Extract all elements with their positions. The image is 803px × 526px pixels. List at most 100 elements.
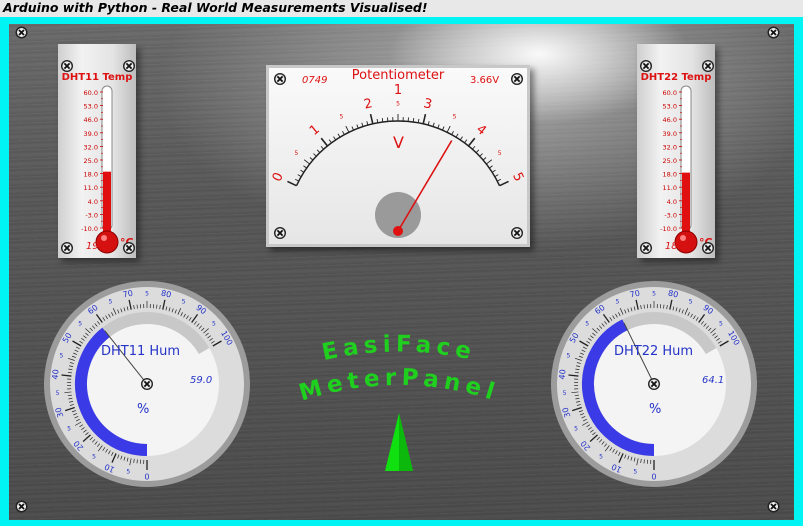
voltmeter-tick	[472, 145, 476, 150]
gauge-label: 0	[144, 472, 149, 481]
thermometer-tick-label: 11.0	[84, 184, 98, 192]
voltmeter-minor-label: 5	[396, 101, 400, 108]
thermometer-value: 18.5	[664, 241, 688, 252]
thermometer-tick-label: 39.0	[663, 130, 677, 138]
thermometer-tick-label: -10.0	[660, 225, 677, 233]
voltmeter-raw-reading: 0749	[302, 75, 328, 86]
voltmeter-tick	[475, 149, 480, 154]
thermometer-tick-label: 46.0	[84, 116, 98, 124]
voltmeter-label: 3	[422, 96, 433, 112]
screw-icon	[702, 60, 714, 72]
brand-text: MeterPanel	[296, 365, 502, 404]
hygrometer-unit: %	[649, 402, 662, 417]
thermometer-scale: 60.0 53.0 46.0 39.0 32.0 25.0 18.0 11.0 4.0 -3.0 -…	[640, 60, 714, 254]
gauge-label: 0	[651, 472, 656, 481]
voltmeter-tick	[489, 165, 493, 169]
voltmeter-tick	[479, 153, 483, 157]
meter-panel: DHT11 Temp 60.0 53.0 46.0 39.0 32.0 25.0 18.0 1…	[9, 24, 794, 520]
gauge-minor-label: 5	[182, 298, 186, 305]
voltmeter-tick	[494, 174, 499, 178]
voltmeter-unit: V	[393, 133, 404, 152]
voltmeter-tick	[303, 165, 307, 169]
mercury-column	[682, 172, 690, 234]
voltmeter-tick	[316, 149, 321, 154]
gauge-tick	[663, 304, 665, 309]
gauge-minor-label: 5	[566, 353, 570, 360]
voltmeter-tick	[294, 178, 299, 182]
voltmeter-tick	[320, 145, 324, 150]
hygrometer-dht22: 010203040506070 80901005555555555	[551, 281, 757, 487]
screw-icon	[648, 378, 660, 390]
gauge-tick	[643, 304, 645, 309]
gauge-minor-label: 5	[689, 298, 693, 305]
thermometer-tick-label: -3.0	[85, 211, 98, 219]
title-bar: Arduino with Python - Real World Measure…	[0, 0, 803, 17]
hygrometer-value: 64.1	[702, 375, 725, 386]
voltmeter-tick	[422, 113, 427, 125]
needle-pivot	[393, 226, 403, 236]
gauge-tick	[136, 459, 138, 464]
voltmeter: 0 1 2 3 4 5 5 5 5 5 5 0749 Potentiometer 1 3.66V V	[266, 65, 530, 247]
thermometer-tick-label: 32.0	[663, 143, 677, 151]
voltmeter-tick	[432, 122, 435, 127]
screw-icon	[511, 73, 523, 85]
voltmeter-tick	[446, 125, 451, 133]
voltmeter-tick	[320, 137, 329, 147]
screw-icon	[141, 378, 153, 390]
brand-text-path: EasiFace	[320, 331, 474, 366]
voltmeter-title: Potentiometer 1	[351, 68, 445, 98]
screw-icon	[640, 60, 652, 72]
gauge-minor-label: 5	[585, 320, 589, 327]
mercury-column	[103, 171, 111, 234]
gauge-minor-label: 5	[59, 353, 63, 360]
gauge-minor-label: 5	[212, 320, 216, 327]
thermometer-tick-label: 46.0	[663, 116, 677, 124]
screw-icon	[123, 60, 135, 72]
thermometer-tick-label: 25.0	[663, 157, 677, 165]
voltmeter-minor-label: 5	[340, 114, 344, 121]
thermometer-tick-label: 18.0	[663, 171, 677, 179]
hygrometer-unit: %	[137, 402, 150, 417]
thermometer-scale: 60.0 53.0 46.0 39.0 32.0 25.0 18.0 11.0 4.0 -3.0 -…	[61, 60, 135, 254]
gauge-minor-label: 5	[574, 426, 578, 433]
screw-icon	[61, 60, 73, 72]
voltmeter-tick	[300, 169, 305, 173]
voltmeter-tick	[333, 136, 337, 141]
voltmeter-tick	[459, 136, 463, 141]
voltmeter-tick	[455, 133, 459, 138]
voltmeter-label: 1	[307, 122, 323, 139]
voltmeter-value: 3.66V	[470, 75, 500, 86]
voltmeter-tick	[337, 133, 341, 138]
voltmeter-arc	[295, 120, 501, 186]
voltmeter-tick	[361, 122, 364, 127]
voltmeter-tick	[467, 137, 476, 147]
gauge-minor-label: 5	[56, 390, 60, 397]
gauge-minor-label: 5	[92, 453, 96, 460]
voltmeter-tick	[342, 130, 345, 135]
thermometer-tick-label: 39.0	[84, 130, 98, 138]
brand-logo: EasiFaceMeterPanel	[296, 331, 502, 404]
gauge-minor-label: 5	[563, 390, 567, 397]
hygrometer-title: DHT22 Hum	[614, 344, 694, 359]
thermometer-tick-label: 32.0	[84, 143, 98, 151]
voltmeter-tick	[287, 180, 297, 187]
voltmeter-tick	[369, 113, 374, 125]
voltmeter-label: 2	[363, 96, 374, 112]
gauge-minor-label: 5	[599, 453, 603, 460]
voltmeter-label: 5	[509, 170, 526, 184]
thermometer-tick-label: 11.0	[663, 184, 677, 192]
voltmeter-tick	[485, 159, 493, 165]
gauge-minor-label: 5	[652, 291, 656, 298]
brand-text: EasiFace	[320, 331, 479, 366]
screw-icon	[274, 227, 286, 239]
gauge-minor-label: 5	[78, 320, 82, 327]
thermometer-tick-label: -10.0	[81, 225, 98, 233]
screw-icon	[15, 500, 28, 513]
voltmeter-tick	[345, 125, 350, 133]
thermometer-tick-label: 60.0	[663, 89, 677, 97]
gauge-minor-label: 5	[145, 291, 149, 298]
thermometer-tick-label: 53.0	[84, 103, 98, 111]
gauge-minor-label: 5	[633, 469, 637, 476]
gauge-minor-label: 5	[719, 320, 723, 327]
thermometer-tick-label: 4.0	[667, 198, 677, 206]
